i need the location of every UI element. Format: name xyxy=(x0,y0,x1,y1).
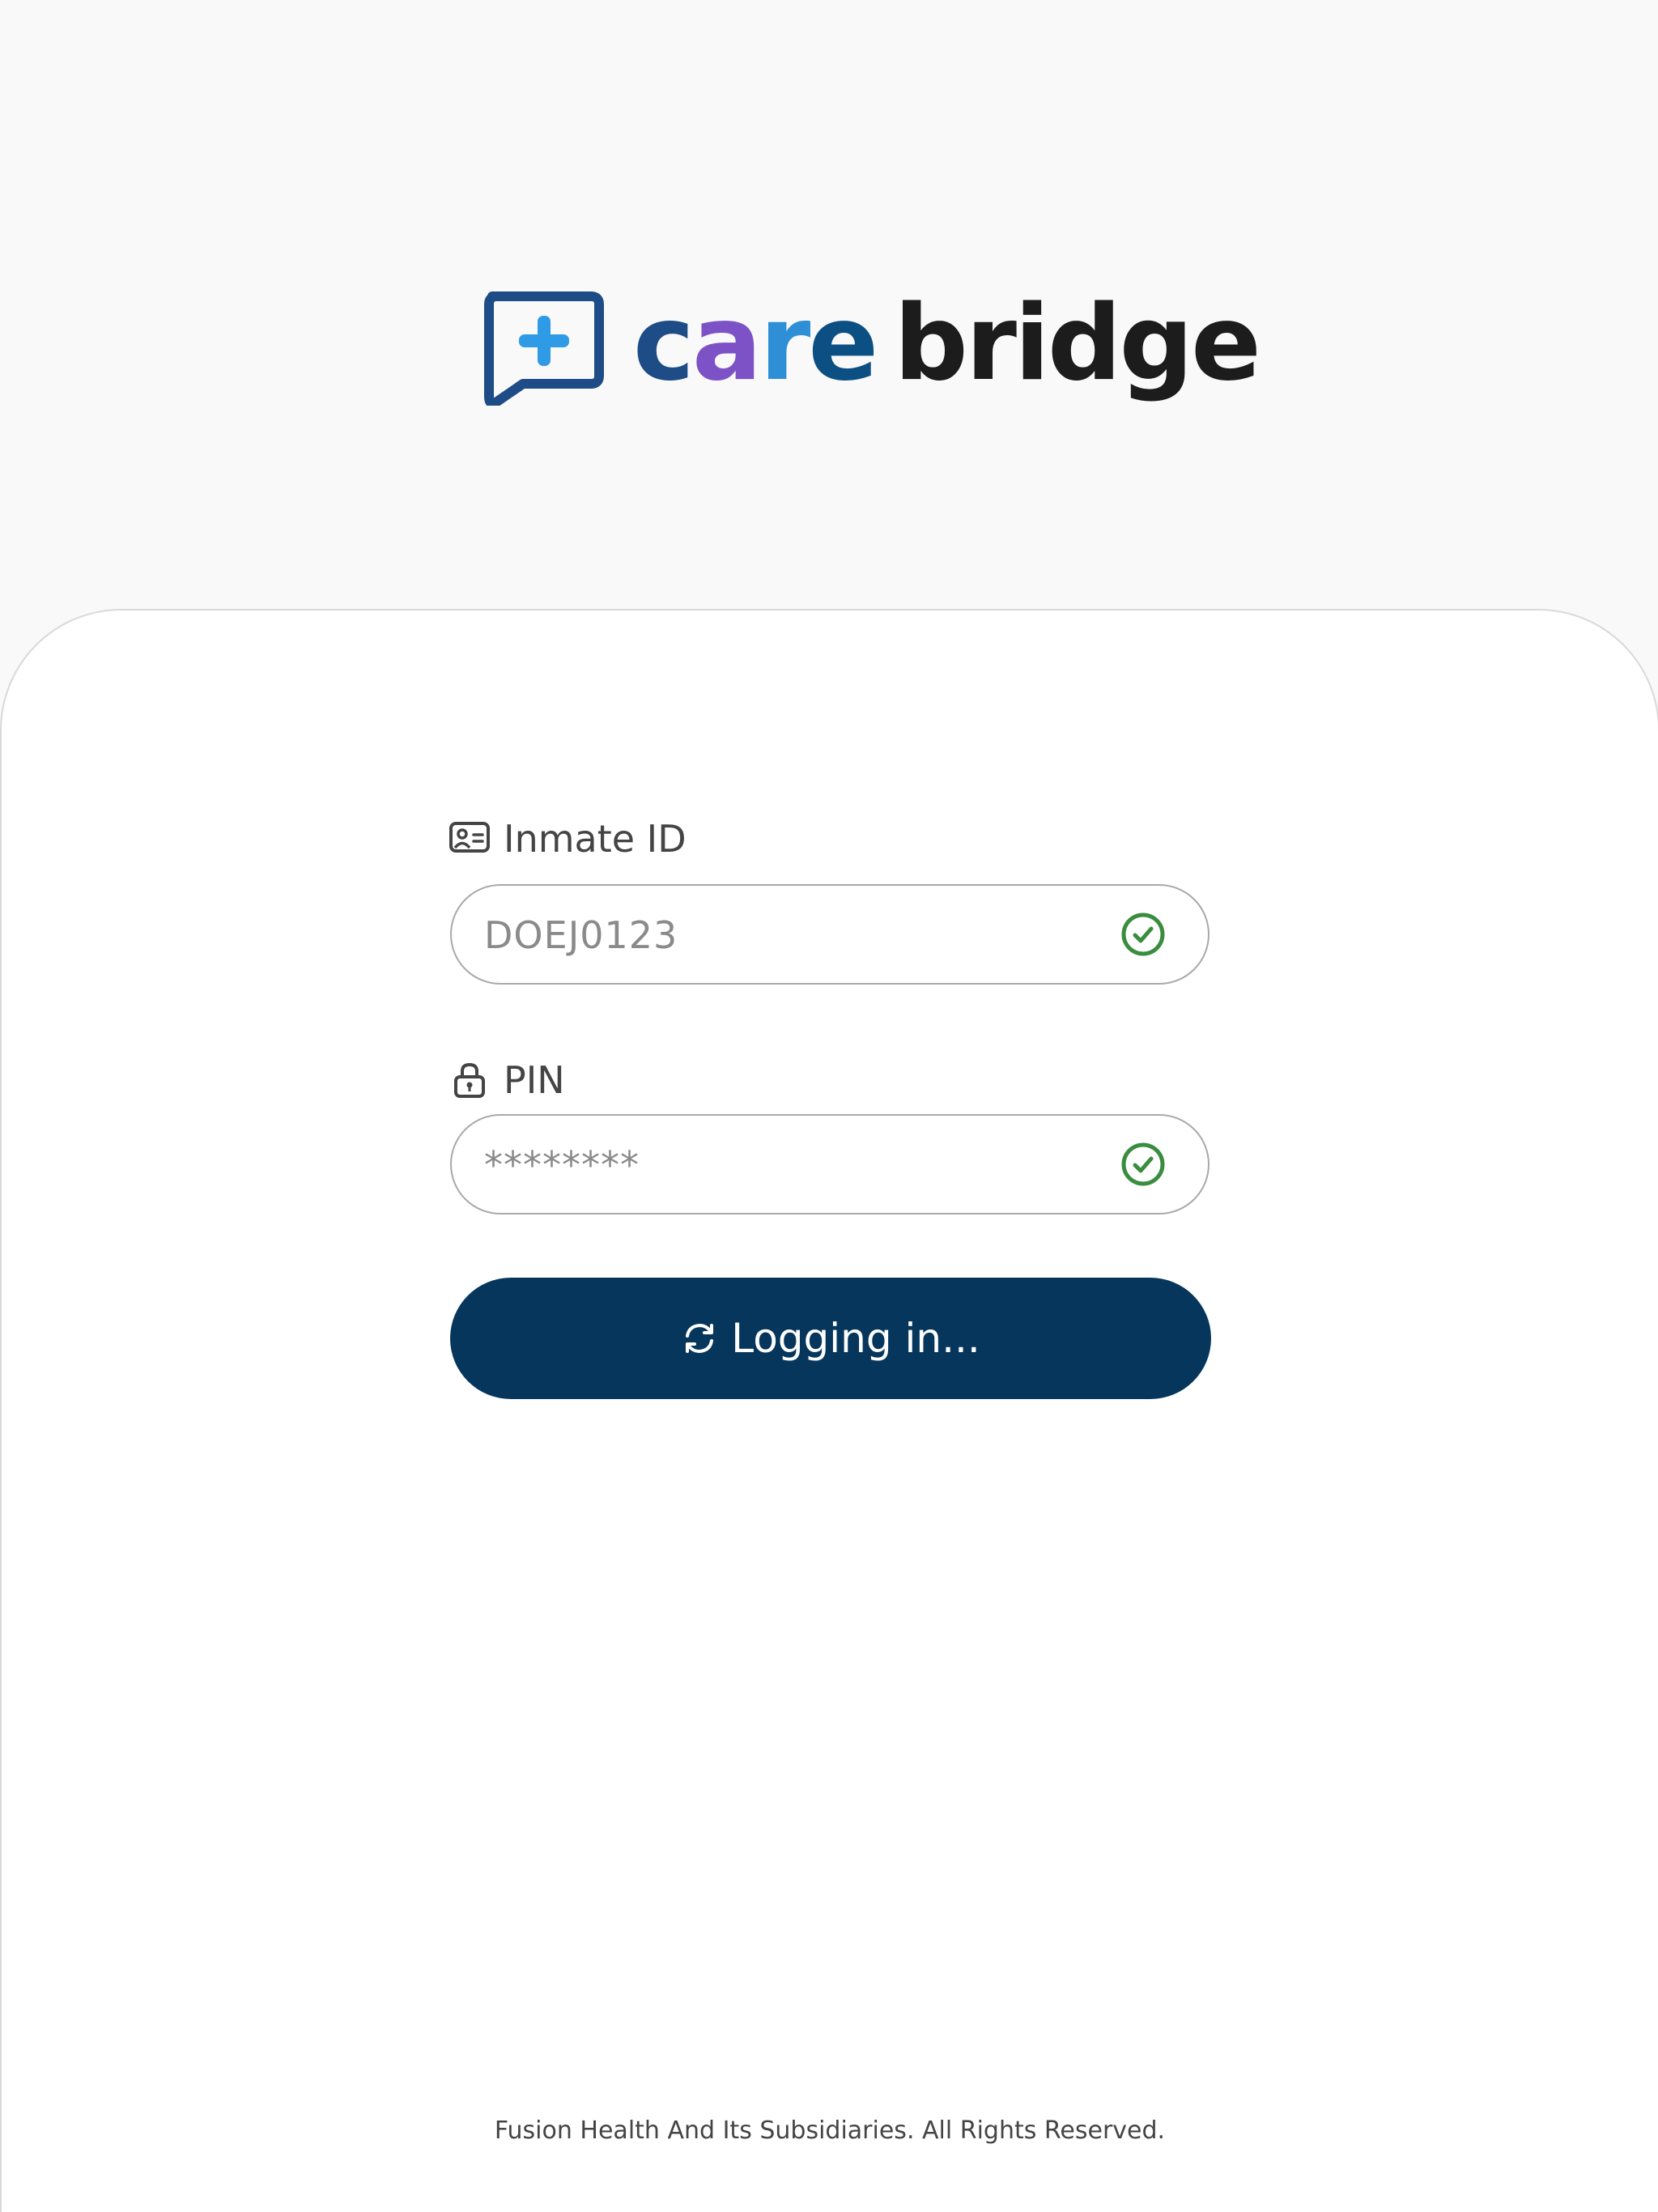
login-card: Inmate ID PIN xyxy=(0,609,1658,2212)
login-button-label: Logging in... xyxy=(731,1315,980,1362)
check-circle-icon xyxy=(1121,912,1165,956)
inmate-id-label-text: Inmate ID xyxy=(504,817,687,861)
inmate-id-input[interactable] xyxy=(483,886,1101,985)
pin-label-text: PIN xyxy=(504,1058,565,1102)
logo-letter-c: c xyxy=(633,283,695,404)
inmate-id-field[interactable] xyxy=(450,884,1209,985)
chat-plus-icon xyxy=(484,291,604,406)
logo-letter-a: a xyxy=(691,283,762,404)
pin-label: PIN xyxy=(449,1054,565,1106)
logo-word-bridge: bridge xyxy=(894,283,1261,404)
lock-icon xyxy=(449,1062,491,1098)
refresh-icon xyxy=(686,1323,714,1354)
logo-letter-e: e xyxy=(808,283,878,404)
pin-field[interactable] xyxy=(450,1114,1209,1214)
login-page: care bridge Inmate ID DOEJ0123 PIN *****… xyxy=(0,0,1658,2212)
carebridge-logo: care bridge xyxy=(481,283,1261,410)
footer-copyright: Fusion Health And Its Subsidiaries. All … xyxy=(494,2116,1166,2145)
inmate-id-label: Inmate ID xyxy=(449,813,687,865)
id-card-icon xyxy=(449,821,491,857)
login-button[interactable]: Logging in... xyxy=(450,1278,1211,1399)
check-circle-icon xyxy=(1121,1142,1165,1186)
logo-wordmark: care bridge xyxy=(633,283,1261,405)
logo-letter-r: r xyxy=(759,283,810,404)
pin-input[interactable] xyxy=(483,1116,1101,1214)
